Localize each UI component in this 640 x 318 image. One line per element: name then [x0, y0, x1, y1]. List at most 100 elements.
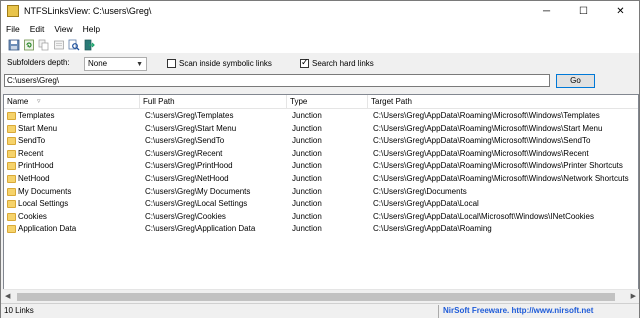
cell-type: Junction — [292, 174, 322, 183]
cell-full-path: C:\users\Greg\My Documents — [145, 186, 251, 196]
cell-target-path: C:\Users\Greg\AppData\Roaming — [373, 224, 492, 234]
table-row[interactable]: My Documents C:\users\Greg\My Documents Ju… — [4, 186, 638, 199]
folder-icon — [7, 149, 16, 158]
cell-type: Junction — [292, 186, 322, 196]
search-hard-links-label: Search hard links — [312, 59, 374, 68]
cell-type: Junction — [292, 148, 322, 158]
cell-target-path: C:\Users\Greg\AppData\Roaming\Microsoft\… — [373, 161, 623, 171]
cell-name: Application Data — [18, 224, 77, 234]
folder-icon — [7, 137, 16, 146]
table-row[interactable]: SendTo C:\users\Greg\SendTo Junction C:\Use… — [4, 135, 638, 148]
cell-name: PrintHood — [18, 161, 54, 171]
cell-full-path: C:\users\Greg\SendTo — [145, 136, 225, 146]
menu-help[interactable]: Help — [78, 24, 105, 34]
column-header-type[interactable]: Type — [287, 95, 368, 109]
cell-target-path: C:\Users\Greg\AppData\Local — [373, 199, 479, 209]
cell-name: NetHood — [18, 174, 50, 183]
window-controls: ─ ☐ ✕ — [528, 1, 639, 21]
menu-edit[interactable]: Edit — [25, 24, 50, 34]
save-icon[interactable] — [7, 38, 20, 51]
properties-icon[interactable] — [52, 38, 65, 51]
cell-full-path: C:\users\Greg\Start Menu — [145, 123, 237, 133]
column-name-label: Name — [7, 97, 29, 106]
status-bar: 10 Links NirSoft Freeware. http://www.ni… — [1, 303, 639, 318]
table-row[interactable]: Application Data C:\users\Greg\Applicatio… — [4, 223, 638, 236]
subfolders-depth-select[interactable]: None ▼ — [84, 57, 147, 71]
cell-full-path: C:\users\Greg\PrintHood — [145, 161, 233, 171]
scan-symbolic-label: Scan inside symbolic links — [179, 59, 272, 68]
cell-type: Junction — [292, 136, 322, 146]
cell-name: Recent — [18, 148, 44, 158]
menu-file[interactable]: File — [1, 24, 25, 34]
cell-type: Junction — [292, 211, 322, 221]
folder-icon — [7, 162, 16, 171]
path-input[interactable]: C:\users\Greg\ — [4, 74, 550, 87]
table-row[interactable]: Local Settings C:\users\Greg\Local Settin… — [4, 198, 638, 211]
table-row[interactable]: Start Menu C:\users\Greg\Start Menu Juncti… — [4, 123, 638, 136]
toolbar — [1, 36, 639, 53]
horizontal-scrollbar[interactable]: ◀ ▶ — [3, 289, 639, 303]
app-icon — [7, 5, 19, 17]
scan-symbolic-checkbox[interactable] — [167, 59, 176, 68]
link-count: 10 Links — [4, 306, 34, 315]
cell-type: Junction — [292, 161, 322, 171]
cell-name: Cookies — [18, 211, 47, 221]
close-button[interactable]: ✕ — [602, 1, 639, 21]
go-button[interactable]: Go — [556, 74, 595, 88]
sort-indicator-icon: ▿ — [37, 98, 41, 105]
title-bar[interactable]: NTFSLinksView: C:\users\Greg\ ─ ☐ ✕ — [1, 1, 639, 21]
cell-name: Start Menu — [18, 123, 58, 133]
column-header-name[interactable]: Name ▿ — [4, 95, 140, 109]
app-window: NTFSLinksView: C:\users\Greg\ ─ ☐ ✕ File… — [0, 0, 640, 318]
menu-view[interactable]: View — [49, 24, 77, 34]
folder-icon — [7, 225, 16, 234]
cell-target-path: C:\Users\Greg\Documents — [373, 186, 467, 196]
copy-icon[interactable] — [37, 38, 50, 51]
folder-icon — [7, 187, 16, 196]
cell-target-path: C:\Users\Greg\AppData\Roaming\Microsoft\… — [373, 148, 589, 158]
find-icon[interactable] — [67, 38, 80, 51]
cell-type: Junction — [292, 199, 322, 209]
cell-target-path: C:\Users\Greg\AppData\Roaming\Microsoft\… — [373, 136, 591, 146]
menu-bar: File Edit View Help — [1, 21, 639, 36]
scroll-left-icon[interactable]: ◀ — [5, 292, 10, 300]
cell-target-path: C:\Users\Greg\AppData\Roaming\Microsoft\… — [373, 111, 600, 120]
cell-target-path: C:\Users\Greg\AppData\Roaming\Microsoft\… — [373, 123, 603, 133]
minimize-button[interactable]: ─ — [528, 1, 565, 21]
links-list[interactable]: Name ▿ Full Path Type Target Path Templa… — [3, 94, 639, 304]
column-header-full-path[interactable]: Full Path — [140, 95, 287, 109]
subfolders-depth-value: None — [88, 59, 108, 68]
cell-full-path: C:\users\Greg\NetHood — [145, 174, 229, 183]
subfolders-depth-label: Subfolders depth: — [7, 58, 70, 67]
table-row[interactable]: PrintHood C:\users\Greg\PrintHood Junction… — [4, 160, 638, 173]
cell-name: SendTo — [18, 136, 46, 146]
cell-name: Local Settings — [18, 199, 69, 209]
refresh-icon[interactable] — [22, 38, 35, 51]
folder-icon — [7, 112, 16, 120]
cell-type: Junction — [292, 123, 322, 133]
folder-icon — [7, 124, 16, 133]
window-title: NTFSLinksView: C:\users\Greg\ — [24, 6, 152, 16]
folder-icon — [7, 175, 16, 183]
table-row[interactable]: Recent C:\users\Greg\Recent Junction C:\Use… — [4, 148, 638, 161]
cell-target-path: C:\Users\Greg\AppData\Roaming\Microsoft\… — [373, 174, 629, 183]
table-row[interactable]: NetHood C:\users\Greg\NetHood Junction C:\U… — [4, 173, 638, 186]
cell-full-path: C:\users\Greg\Recent — [145, 148, 223, 158]
cell-name: Templates — [18, 111, 55, 120]
cell-target-path: C:\Users\Greg\AppData\Local\Microsoft\Wi… — [373, 211, 594, 221]
cell-name: My Documents — [18, 186, 72, 196]
maximize-button[interactable]: ☐ — [565, 1, 602, 21]
cell-full-path: C:\users\Greg\Cookies — [145, 211, 226, 221]
cell-full-path: C:\users\Greg\Application Data — [145, 224, 256, 234]
nirsoft-credit-link[interactable]: NirSoft Freeware. http://www.nirsoft.net — [443, 306, 593, 315]
list-header: Name ▿ Full Path Type Target Path — [4, 95, 638, 109]
table-row[interactable]: Templates C:\users\Greg\Templates Junction… — [4, 110, 638, 123]
column-header-target-path[interactable]: Target Path — [368, 95, 638, 109]
cell-full-path: C:\users\Greg\Templates — [145, 111, 234, 120]
scroll-thumb[interactable] — [17, 293, 615, 301]
search-hard-links-checkbox[interactable] — [300, 57, 309, 68]
cell-type: Junction — [292, 224, 322, 234]
exit-icon[interactable] — [82, 38, 95, 51]
table-row[interactable]: Cookies C:\users\Greg\Cookies Junction C:\U… — [4, 211, 638, 224]
scroll-right-icon[interactable]: ▶ — [631, 292, 636, 300]
